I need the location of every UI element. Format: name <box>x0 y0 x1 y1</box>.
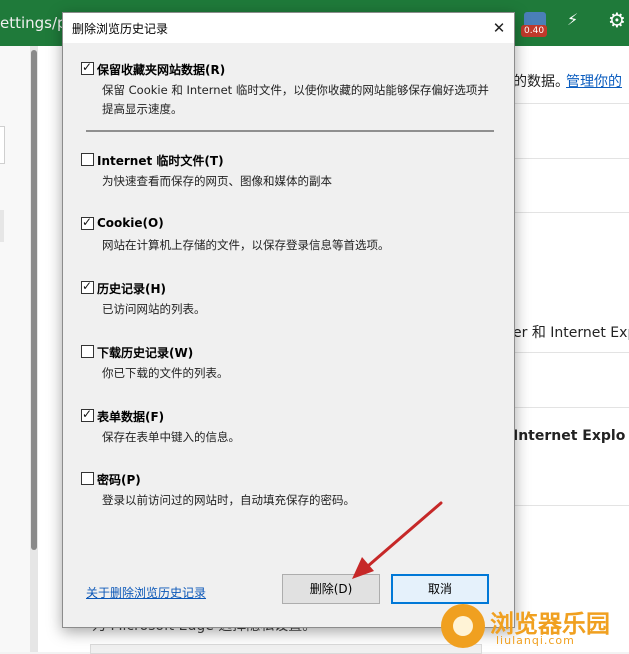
option-description: 你已下载的文件的列表。 <box>102 366 229 380</box>
settings-data-text: 的数据。 <box>513 74 569 90</box>
watermark-logo-icon <box>441 604 485 648</box>
sidebar-scrollbar-thumb[interactable] <box>31 50 37 550</box>
option-label[interactable]: Internet 临时文件(T) <box>97 152 224 169</box>
close-icon[interactable]: ✕ <box>484 13 514 43</box>
dialog-titlebar[interactable]: 删除浏览历史记录 ✕ <box>63 13 514 43</box>
option-label[interactable]: 表单数据(F) <box>97 408 164 425</box>
option-label[interactable]: 密码(P) <box>97 471 141 488</box>
option-label[interactable]: 历史记录(H) <box>97 280 166 297</box>
about-delete-history-link[interactable]: 关于删除浏览历史记录 <box>86 584 206 601</box>
settings-divider <box>512 352 629 353</box>
cancel-button[interactable]: 取消 <box>391 574 489 604</box>
dialog-title: 删除浏览历史记录 <box>72 22 169 36</box>
checkmark-icon: ✓ <box>82 215 93 229</box>
checkbox-passwords[interactable] <box>81 472 94 485</box>
option-label[interactable]: 保留收藏夹网站数据(R) <box>97 61 225 78</box>
option-label[interactable]: Cookie(O) <box>97 216 164 230</box>
settings-divider <box>512 212 629 213</box>
watermark-domain: liulanqi.com <box>496 634 575 647</box>
checkbox-history[interactable]: ✓ <box>81 279 94 294</box>
settings-gear-icon[interactable]: ⚙ <box>608 8 626 32</box>
lightning-icon[interactable]: ⚡ <box>567 10 578 29</box>
settings-row <box>90 644 482 654</box>
option-description: 网站在计算机上存储的文件，以保存登录信息等首选项。 <box>102 238 390 252</box>
checkmark-icon: ✓ <box>82 407 93 421</box>
option-description: 为快速查看而保存的网页、图像和媒体的副本 <box>102 174 332 188</box>
option-description: 保留 Cookie 和 Internet 临时文件，以使你收藏的网站能够保存偏好… <box>102 83 489 116</box>
checkmark-icon: ✓ <box>82 279 93 293</box>
settings-divider <box>512 505 629 506</box>
extension-badge: 0.40 <box>521 25 548 37</box>
settings-divider <box>512 103 629 104</box>
checkbox-temp-files[interactable] <box>81 153 94 166</box>
ie-setting-text: er 和 Internet Exp <box>513 325 629 341</box>
checkbox-keep-favorites[interactable]: ✓ <box>81 60 94 75</box>
delete-browsing-history-dialog: 删除浏览历史记录 ✕ ✓ 保留收藏夹网站数据(R) 保留 Cookie 和 In… <box>62 12 515 628</box>
option-description: 保存在表单中键入的信息。 <box>102 430 240 444</box>
settings-divider <box>512 407 629 408</box>
sidebar-selected-item[interactable] <box>0 210 4 242</box>
checkbox-form-data[interactable]: ✓ <box>81 407 94 422</box>
settings-divider <box>512 158 629 159</box>
option-label[interactable]: 下载历史记录(W) <box>97 344 193 361</box>
sidebar-search-box[interactable] <box>0 126 5 164</box>
option-description: 登录以前访问过的网站时，自动填充保存的密码。 <box>102 493 355 507</box>
checkbox-cookie[interactable]: ✓ <box>81 215 94 230</box>
checkbox-download-history[interactable] <box>81 345 94 358</box>
separator-line <box>86 130 494 132</box>
delete-button[interactable]: 删除(D) <box>282 574 380 604</box>
ie-setting-heading: Internet Explo <box>513 428 626 444</box>
option-description: 已访问网站的列表。 <box>102 302 206 316</box>
checkmark-icon: ✓ <box>82 60 93 74</box>
manage-data-link[interactable]: 管理你的 <box>566 71 622 91</box>
